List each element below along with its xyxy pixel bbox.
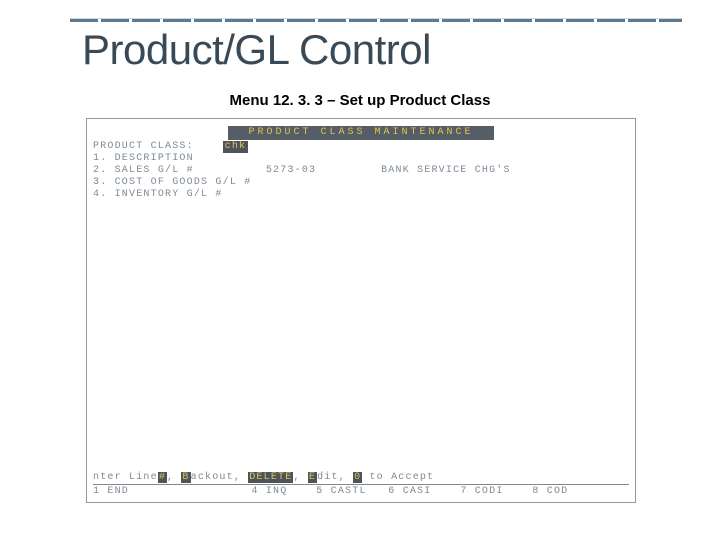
- terminal-body: PRODUCT CLASS: chk 1. DESCRIPTION 2. SAL…: [93, 141, 511, 201]
- fkey[interactable]: 1 END: [93, 486, 129, 497]
- footer-divider: [93, 484, 629, 485]
- field-row: 1. DESCRIPTION: [93, 153, 511, 165]
- field-label: DESCRIPTION: [115, 153, 194, 164]
- field-row: 3. COST OF GOODS G/L #: [93, 177, 511, 189]
- command-prompt[interactable]: nter Line#, Backout, DELETE, Edit, 0 to …: [93, 472, 629, 483]
- terminal-header: PRODUCT CLASS MAINTENANCE: [87, 119, 635, 135]
- field-row: 4. INVENTORY G/L #: [93, 189, 511, 201]
- top-divider: [70, 18, 682, 22]
- terminal-title: PRODUCT CLASS MAINTENANCE: [228, 126, 493, 140]
- product-class-row: PRODUCT CLASS: chk: [93, 141, 511, 153]
- page-title: Product/GL Control: [82, 26, 431, 74]
- fkey[interactable]: 6 CASI: [388, 486, 431, 497]
- field-row: 2. SALES G/L # 5273-03 BANK SERVICE CHG'…: [93, 165, 511, 177]
- menu-subtitle: Menu 12. 3. 3 – Set up Product Class: [0, 92, 720, 109]
- field-desc: BANK SERVICE CHG'S: [381, 165, 511, 176]
- product-class-label: PRODUCT CLASS:: [93, 141, 194, 152]
- field-value: 5273-03: [266, 165, 316, 176]
- fkey[interactable]: 4 INQ: [251, 486, 287, 497]
- fkey-row: 1 END 4 INQ 5 CASTL 6 CASI 7 CODI 8 COD: [93, 486, 629, 497]
- field-label: SALES G/L #: [115, 165, 194, 176]
- fkey[interactable]: 7 CODI: [460, 486, 503, 497]
- fkey[interactable]: 5 CASTL: [316, 486, 366, 497]
- terminal-footer: nter Line#, Backout, DELETE, Edit, 0 to …: [93, 472, 629, 497]
- product-class-input[interactable]: chk: [223, 141, 249, 153]
- terminal-window: PRODUCT CLASS MAINTENANCE PRODUCT CLASS:…: [86, 118, 636, 503]
- field-label: INVENTORY G/L #: [115, 189, 223, 200]
- fkey[interactable]: 8 COD: [532, 486, 568, 497]
- field-label: COST OF GOODS G/L #: [115, 177, 252, 188]
